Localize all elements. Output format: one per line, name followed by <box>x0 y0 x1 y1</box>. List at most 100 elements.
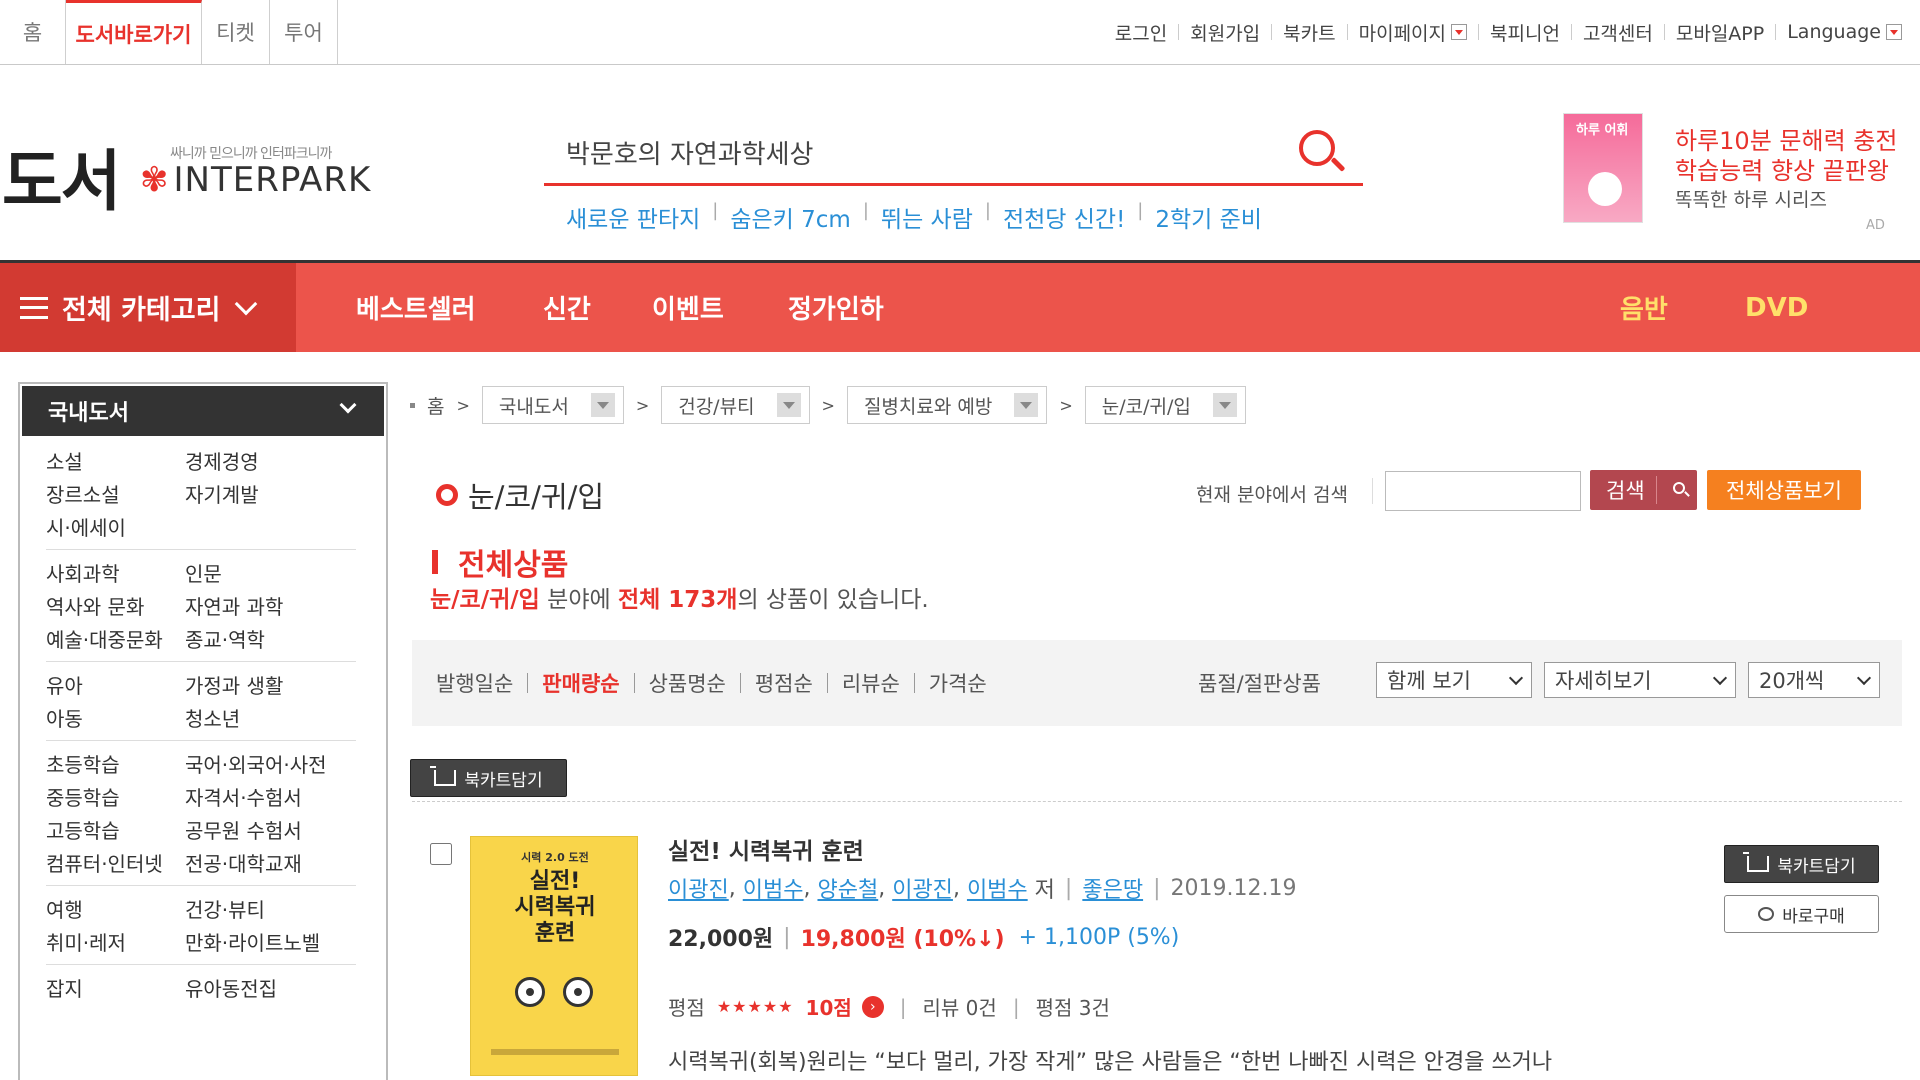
author-link[interactable]: 이범수 <box>743 872 804 904</box>
category-link[interactable]: 장르소설 <box>46 479 185 508</box>
breadcrumb-select-3[interactable]: 질병치료와 예방 <box>846 386 1048 424</box>
nav-bestseller[interactable]: 베스트셀러 <box>356 263 476 352</box>
bookcart-link[interactable]: 북카트 <box>1283 19 1358 46</box>
category-link[interactable]: 고등학습 <box>46 815 185 844</box>
login-link[interactable]: 로그인 <box>1115 19 1190 46</box>
all-categories-button[interactable]: 전체 카테고리 <box>0 263 296 352</box>
breadcrumb-select-4[interactable]: 눈/코/귀/입 <box>1084 386 1246 424</box>
hot-keyword[interactable]: 전천당 신간! <box>1003 200 1125 234</box>
category-link[interactable]: 청소년 <box>185 703 240 732</box>
search-icon[interactable] <box>1297 128 1346 176</box>
sort-by-price[interactable]: 가격순 <box>929 668 987 698</box>
tab-ticket[interactable]: 티켓 <box>202 0 270 64</box>
add-selected-to-cart-button[interactable]: 북카트담기 <box>410 759 567 797</box>
product-description: 시력복귀(회복)원리는 “보다 멀리, 가장 작게” 많은 사람들은 “한번 나… <box>668 1050 1553 1075</box>
author-link[interactable]: 이범수 <box>967 872 1028 904</box>
product-title[interactable]: 실전! 시력복귀 훈련 <box>668 832 864 866</box>
category-link[interactable]: 건강·뷰티 <box>185 894 265 923</box>
category-link[interactable]: 공무원 수험서 <box>185 815 302 844</box>
sort-by-name[interactable]: 상품명순 <box>649 668 726 698</box>
logo-interpark[interactable]: ✾ INTERPARK <box>140 160 371 200</box>
category-link[interactable]: 소설 <box>46 446 185 475</box>
signup-link[interactable]: 회원가입 <box>1190 19 1283 46</box>
author-link[interactable]: 양순철 <box>817 872 878 904</box>
field-search-input[interactable] <box>1385 471 1581 511</box>
category-link[interactable]: 잡지 <box>46 973 185 1002</box>
breadcrumb-select-1[interactable]: 국내도서 <box>481 386 624 424</box>
search-input[interactable] <box>566 130 1266 174</box>
review-count[interactable]: 리뷰 0건 <box>923 992 997 1021</box>
chevron-down-icon[interactable] <box>1451 24 1468 40</box>
customer-center-link[interactable]: 고객센터 <box>1583 19 1676 46</box>
tab-books[interactable]: 도서바로가기 <box>66 0 202 64</box>
sort-by-sales[interactable]: 판매량순 <box>542 668 619 698</box>
category-link[interactable]: 자격서·수험서 <box>185 782 302 811</box>
category-link[interactable]: 국어·외국어·사전 <box>185 749 327 778</box>
sort-by-rating[interactable]: 평점순 <box>755 668 813 698</box>
language-select[interactable]: Language <box>1787 21 1902 43</box>
category-link[interactable]: 유아 <box>46 670 185 699</box>
nav-new[interactable]: 신간 <box>543 263 591 352</box>
mobile-app-link[interactable]: 모바일APP <box>1676 19 1787 46</box>
mypage-link[interactable]: 마이페이지 <box>1359 19 1490 46</box>
author-link[interactable]: 이광진 <box>668 872 729 904</box>
tab-tour[interactable]: 투어 <box>270 0 338 64</box>
category-link[interactable]: 전공·대학교재 <box>185 848 302 877</box>
cart-icon <box>1743 852 1770 872</box>
account-links: 로그인 회원가입 북카트 마이페이지 북피니언 고객센터 모바일APP Lang… <box>1115 0 1902 64</box>
hot-keyword[interactable]: 뛰는 사람 <box>881 200 973 234</box>
category-group: 사회과학 인문 역사와 문화 자연과 과학 예술·대중문화 종교·역학 <box>46 550 356 662</box>
sort-by-reviews[interactable]: 리뷰순 <box>842 668 900 698</box>
nav-music[interactable]: 음반 <box>1620 263 1668 352</box>
category-link[interactable]: 중등학습 <box>46 782 185 811</box>
publisher-link[interactable]: 좋은땅 <box>1082 872 1143 904</box>
category-link[interactable]: 역사와 문화 <box>46 591 185 620</box>
buy-now-button[interactable]: 바로구매 <box>1724 895 1879 933</box>
view-mode-select[interactable]: 자세히보기 <box>1544 662 1736 698</box>
rating-detail-icon[interactable]: › <box>861 995 884 1018</box>
category-link[interactable]: 경제경영 <box>185 446 259 475</box>
product-cover-image[interactable]: 시력 2.0 도전 실전! 시력복귀 훈련 <box>470 836 638 1076</box>
field-search-button[interactable]: 검색 <box>1590 470 1697 510</box>
sort-by-date[interactable]: 발행일순 <box>436 668 513 698</box>
category-link[interactable]: 아동 <box>46 703 185 732</box>
all-products-button[interactable]: 전체상품보기 <box>1707 470 1861 510</box>
category-link[interactable]: 여행 <box>46 894 185 923</box>
logo-books[interactable]: 도서 <box>2 128 121 224</box>
category-group: 유아 가정과 생활 아동 청소년 <box>46 662 356 741</box>
cart-icon <box>430 766 457 786</box>
page-size-select[interactable]: 20개씩 <box>1748 662 1880 698</box>
category-link[interactable]: 취미·레저 <box>46 927 185 956</box>
author-link[interactable]: 이광진 <box>892 872 953 904</box>
category-link[interactable]: 자기계발 <box>185 479 259 508</box>
category-link[interactable]: 예술·대중문화 <box>46 624 185 653</box>
category-link[interactable]: 초등학습 <box>46 749 185 778</box>
category-link[interactable]: 가정과 생활 <box>185 670 283 699</box>
category-link[interactable]: 인문 <box>185 558 222 587</box>
product-count: 눈/코/귀/입 분야에 전체 173개의 상품이 있습니다. <box>430 587 929 613</box>
tab-home[interactable]: 홈 <box>0 0 66 64</box>
hot-keyword[interactable]: 숨은키 7cm <box>730 200 850 234</box>
category-link[interactable]: 시·에세이 <box>46 512 185 541</box>
category-link[interactable]: 자연과 과학 <box>185 591 283 620</box>
nav-price-down[interactable]: 정가인하 <box>788 263 884 352</box>
category-link[interactable]: 컴퓨터·인터넷 <box>46 848 185 877</box>
product-checkbox[interactable] <box>430 843 452 865</box>
hot-keyword[interactable]: 2학기 준비 <box>1155 200 1262 234</box>
breadcrumb-home[interactable]: 홈 <box>427 392 444 419</box>
nav-dvd[interactable]: DVD <box>1745 263 1808 352</box>
category-link[interactable]: 종교·역학 <box>185 624 265 653</box>
category-link[interactable]: 유아동전집 <box>185 973 277 1002</box>
bookpinion-link[interactable]: 북피니언 <box>1490 19 1583 46</box>
category-link[interactable]: 사회과학 <box>46 558 185 587</box>
sidebar-title[interactable]: 국내도서 <box>22 386 384 436</box>
chevron-down-icon[interactable] <box>1886 24 1902 40</box>
hot-keyword[interactable]: 새로운 판타지 <box>566 200 700 234</box>
nav-event[interactable]: 이벤트 <box>652 263 724 352</box>
add-to-cart-button[interactable]: 북카트담기 <box>1724 845 1879 883</box>
circle-icon <box>436 484 458 506</box>
breadcrumb-select-2[interactable]: 건강/뷰티 <box>661 386 810 424</box>
ad-book-cover: 하루 어휘 <box>1563 113 1643 223</box>
category-link[interactable]: 만화·라이트노벨 <box>185 927 320 956</box>
soldout-filter-select[interactable]: 함께 보기 <box>1376 662 1532 698</box>
